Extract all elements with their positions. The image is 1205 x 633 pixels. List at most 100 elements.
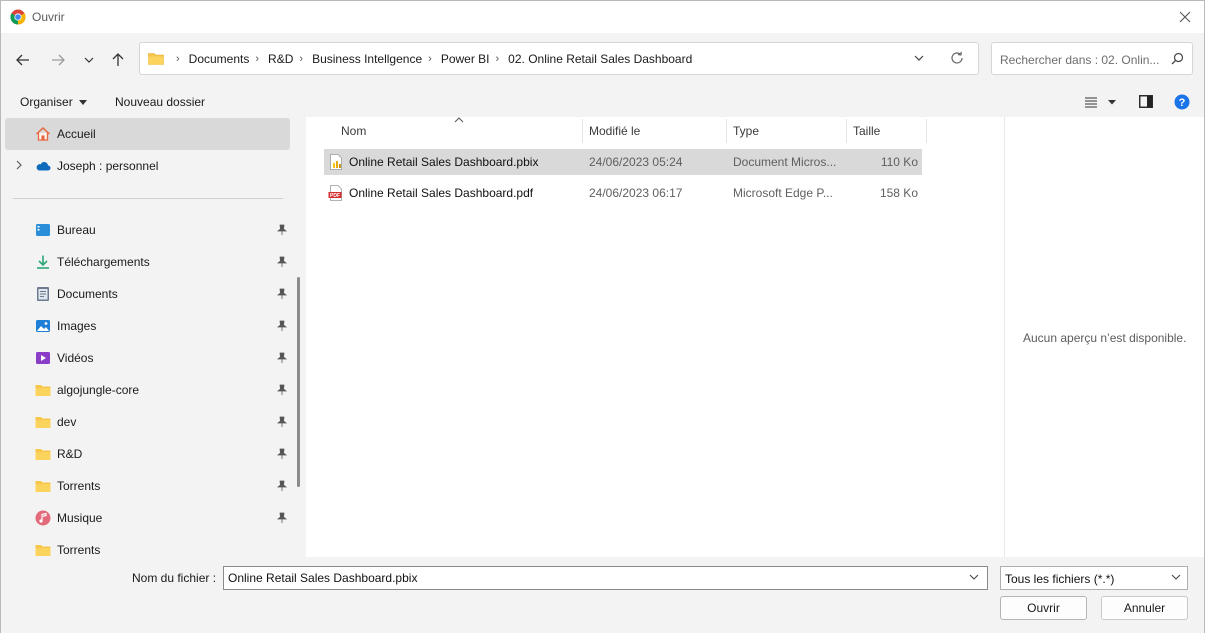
chevron-down-icon <box>1171 574 1181 580</box>
sidebar-item-bureau[interactable]: Bureau <box>5 214 290 246</box>
refresh-icon <box>951 51 963 64</box>
navigation-pane: Accueil Joseph : personnel Bureau Téléch… <box>1 117 306 557</box>
sort-ascending-icon <box>454 117 464 123</box>
organize-menu-button[interactable]: Organiser <box>20 95 87 109</box>
sidebar-item-musique[interactable]: Musique <box>5 502 290 534</box>
file-type-select[interactable]: Tous les fichiers (*.*) <box>1000 566 1188 590</box>
pin-icon[interactable] <box>277 288 287 300</box>
recent-locations-button[interactable] <box>76 48 102 72</box>
sidebar-item-label: Torrents <box>57 479 101 493</box>
command-bar: Organiser Nouveau dossier ? <box>1 87 1204 117</box>
pin-icon[interactable] <box>277 224 287 236</box>
sidebar-item-rnd[interactable]: R&D <box>5 438 290 470</box>
sidebar-item-label: dev <box>57 415 77 429</box>
sidebar-item-videos[interactable]: Vidéos <box>5 342 290 374</box>
cancel-button[interactable]: Annuler <box>1101 596 1188 620</box>
search-input[interactable]: Rechercher dans : 02. Onlin... <box>1000 53 1160 67</box>
sidebar-item-accueil[interactable]: Accueil <box>5 118 290 150</box>
file-name: Online Retail Sales Dashboard.pbix <box>349 155 539 169</box>
chevron-right-icon[interactable]: › <box>496 53 500 65</box>
breadcrumb-rnd[interactable]: R&D <box>268 52 293 66</box>
file-size: 158 Ko <box>879 186 918 200</box>
home-icon <box>35 126 51 141</box>
title-bar: Ouvrir <box>1 1 1204 33</box>
open-label: Ouvrir <box>1027 601 1060 615</box>
pin-icon[interactable] <box>277 320 287 332</box>
breadcrumb-current-folder[interactable]: 02. Online Retail Sales Dashboard <box>508 52 692 66</box>
address-bar[interactable]: › Documents › R&D › Business Intellgence… <box>139 42 979 75</box>
sidebar-item-images[interactable]: Images <box>5 310 290 342</box>
open-button[interactable]: Ouvrir <box>1000 596 1087 620</box>
column-header-name[interactable]: Nom <box>341 117 366 145</box>
arrow-right-icon <box>52 54 65 66</box>
chevron-down-icon[interactable] <box>969 574 979 580</box>
file-row[interactable]: PDF Online Retail Sales Dashboard.pdf 24… <box>324 180 922 206</box>
back-button[interactable] <box>10 48 36 72</box>
svg-text:PDF: PDF <box>330 193 340 199</box>
pin-icon[interactable] <box>277 384 287 396</box>
folder-icon <box>35 385 51 396</box>
file-type-value: Tous les fichiers (*.*) <box>1005 572 1115 586</box>
sidebar-item-torrents-2[interactable]: Torrents <box>5 534 290 557</box>
column-divider[interactable] <box>926 119 927 143</box>
pin-icon[interactable] <box>277 352 287 364</box>
pin-icon[interactable] <box>277 256 287 268</box>
sidebar-item-telechargements[interactable]: Téléchargements <box>5 246 290 278</box>
sidebar-item-onedrive[interactable]: Joseph : personnel <box>5 150 290 182</box>
close-icon <box>1179 11 1191 23</box>
new-folder-button[interactable]: Nouveau dossier <box>115 95 205 109</box>
view-options-button[interactable] <box>1084 95 1116 112</box>
address-history-button[interactable] <box>914 52 924 67</box>
sidebar-item-algojungle-core[interactable]: algojungle-core <box>5 374 290 406</box>
chevron-right-icon[interactable]: › <box>299 53 303 65</box>
search-box[interactable]: Rechercher dans : 02. Onlin... <box>991 42 1193 75</box>
folder-icon <box>35 545 51 556</box>
chevron-right-icon[interactable] <box>15 160 23 170</box>
preview-pane-button[interactable] <box>1139 95 1153 111</box>
sidebar-item-documents[interactable]: Documents <box>5 278 290 310</box>
file-type: Microsoft Edge P... <box>733 186 833 200</box>
preview-pane: Aucun aperçu n’est disponible. <box>1004 117 1204 557</box>
up-button[interactable] <box>105 48 131 72</box>
pin-icon[interactable] <box>277 448 287 460</box>
forward-button[interactable] <box>45 48 71 72</box>
column-header-type[interactable]: Type <box>733 117 759 145</box>
folder-icon <box>148 53 164 65</box>
sidebar-item-dev[interactable]: dev <box>5 406 290 438</box>
column-header-modified[interactable]: Modifié le <box>589 117 640 145</box>
breadcrumb-power-bi[interactable]: Power BI <box>441 52 490 66</box>
filename-label: Nom du fichier : <box>132 571 217 585</box>
filename-input[interactable] <box>223 566 988 590</box>
pin-icon[interactable] <box>277 416 287 428</box>
column-divider[interactable] <box>846 119 847 143</box>
pdf-file-icon: PDF <box>328 185 342 201</box>
sidebar-scrollbar[interactable] <box>297 277 300 487</box>
close-button[interactable] <box>1174 6 1196 28</box>
refresh-button[interactable] <box>949 50 965 69</box>
column-divider[interactable] <box>726 119 727 143</box>
caret-down-icon <box>78 99 87 105</box>
details-view-icon <box>1085 97 1116 108</box>
pin-icon[interactable] <box>277 512 287 524</box>
file-name: Online Retail Sales Dashboard.pdf <box>349 186 534 200</box>
help-button[interactable]: ? <box>1174 94 1190 113</box>
help-icon: ? <box>1174 94 1190 110</box>
navigation-bar: › Documents › R&D › Business Intellgence… <box>1 33 1204 87</box>
sidebar-item-label: algojungle-core <box>57 383 140 397</box>
sidebar-item-torrents[interactable]: Torrents <box>5 470 290 502</box>
preview-pane-icon <box>1139 95 1153 108</box>
column-divider[interactable] <box>582 119 583 143</box>
sidebar-item-label: Vidéos <box>57 351 94 365</box>
chrome-icon <box>10 9 26 25</box>
column-header-size[interactable]: Taille <box>853 117 880 145</box>
onedrive-cloud-icon <box>36 162 51 171</box>
breadcrumb-documents[interactable]: Documents <box>189 52 250 66</box>
file-type: Document Micros... <box>733 155 837 169</box>
pin-icon[interactable] <box>277 480 287 492</box>
file-row[interactable]: Online Retail Sales Dashboard.pbix 24/06… <box>324 149 922 175</box>
arrow-left-icon <box>16 54 29 66</box>
chevron-right-icon[interactable]: › <box>428 53 432 65</box>
chevron-right-icon[interactable]: › <box>255 53 259 65</box>
sidebar-item-label: Joseph : personnel <box>57 159 159 173</box>
breadcrumb-business-intelligence[interactable]: Business Intellgence <box>312 52 422 66</box>
